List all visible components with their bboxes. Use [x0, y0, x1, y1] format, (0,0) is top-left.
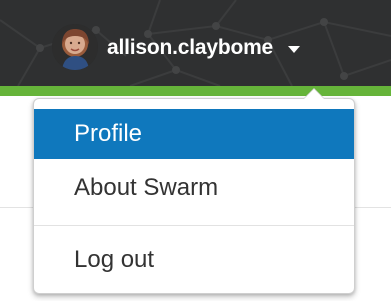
- user-avatar[interactable]: [52, 24, 98, 70]
- menu-divider: [34, 225, 354, 226]
- chevron-down-icon[interactable]: [288, 45, 301, 53]
- top-header: allison.claybome: [0, 0, 391, 86]
- header-accent-strip: [0, 86, 391, 96]
- menu-item-about-swarm[interactable]: About Swarm: [34, 159, 354, 216]
- menu-item-logout[interactable]: Log out: [34, 235, 354, 285]
- user-dropdown-menu: Profile About Swarm Log out: [33, 89, 355, 294]
- menu-item-profile[interactable]: Profile: [34, 109, 354, 159]
- avatar-icon: [52, 24, 98, 70]
- username-label[interactable]: allison.claybome: [107, 37, 273, 58]
- dropdown-arrow: [304, 89, 324, 99]
- menu-item-profile-label: Profile: [74, 120, 143, 147]
- menu-item-logout-label: Log out: [74, 246, 155, 273]
- user-menu-trigger[interactable]: allison.claybome: [52, 24, 301, 70]
- menu-item-about-label: About Swarm: [74, 173, 219, 201]
